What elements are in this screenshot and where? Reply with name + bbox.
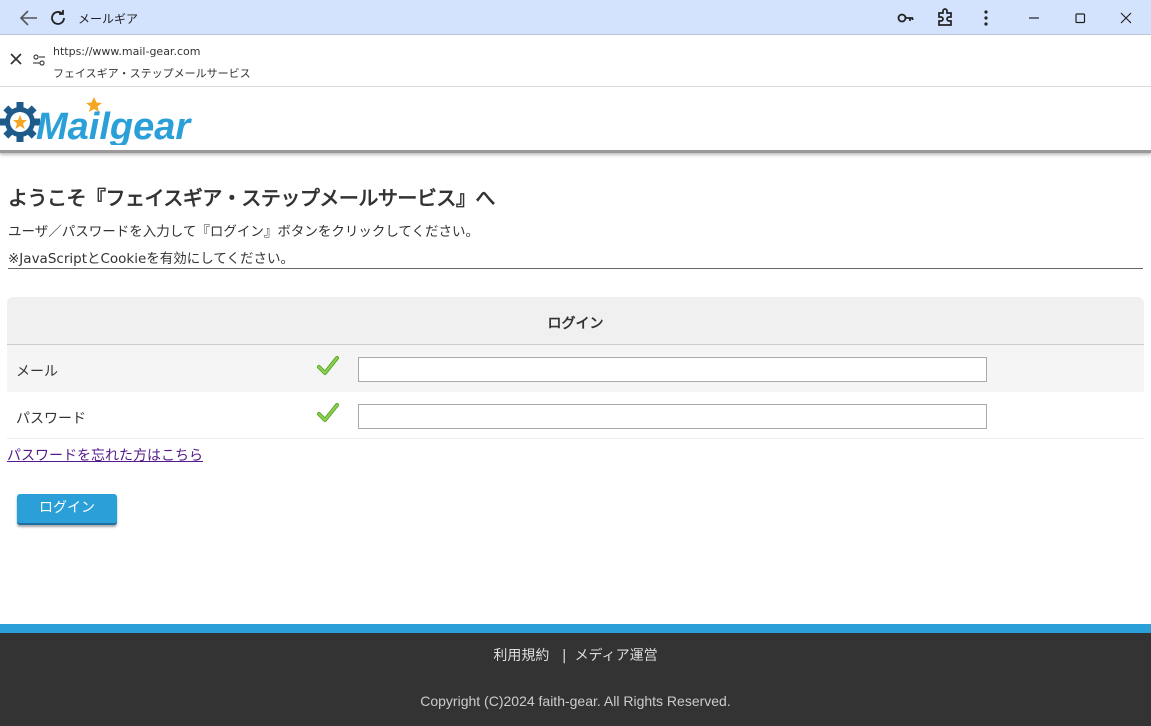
- password-row: パスワード: [7, 392, 1144, 439]
- footer-accent-bar: [0, 624, 1151, 633]
- note-text: ※JavaScriptとCookieを有効にしてください。: [8, 251, 294, 267]
- page-heading: ようこそ『フェイスギア・ステップメールサービス』へ: [8, 186, 495, 210]
- login-form-header: ログイン: [7, 297, 1144, 345]
- login-form-title: ログイン: [547, 316, 604, 332]
- site-footer: 利用規約 | メディア運営 Copyright (C)2024 faith-gea…: [0, 633, 1151, 726]
- email-field[interactable]: [358, 357, 987, 382]
- footer-separator: |: [561, 648, 567, 664]
- login-form: ログイン メール パスワード: [7, 297, 1144, 440]
- main-content: ようこそ『フェイスギア・ステップメールサービス』へ ユーザ／パスワードを入力して…: [0, 156, 1151, 624]
- instruction-text: ユーザ／パスワードを入力して『ログイン』ボタンをクリックしてください。: [8, 224, 480, 240]
- site-settings-icon[interactable]: [32, 52, 46, 66]
- email-label: メール: [16, 364, 58, 380]
- tab-title: メールギア: [78, 12, 139, 26]
- logo-text: Mailgear: [36, 106, 192, 145]
- footer-links: 利用規約 | メディア運営: [0, 645, 1151, 665]
- back-arrow-icon[interactable]: [18, 7, 40, 29]
- minimize-icon[interactable]: [1022, 6, 1046, 30]
- terms-link[interactable]: 利用規約: [493, 648, 549, 664]
- reload-icon[interactable]: [47, 7, 69, 29]
- password-field[interactable]: [358, 404, 987, 429]
- browser-titlebar: メールギア: [0, 0, 1151, 35]
- url-text[interactable]: https://www.mail-gear.com: [53, 45, 200, 58]
- page-title-text: フェイスギア・ステップメールサービス: [53, 67, 251, 80]
- checkmark-icon: [316, 355, 340, 377]
- password-label: パスワード: [16, 411, 86, 427]
- divider: [8, 268, 1143, 269]
- checkmark-icon: [316, 402, 340, 424]
- address-bar: https://www.mail-gear.com フェイスギア・ステップメール…: [0, 35, 1151, 87]
- close-icon[interactable]: [8, 51, 24, 71]
- close-window-icon[interactable]: [1114, 6, 1138, 30]
- more-menu-icon[interactable]: [974, 6, 998, 30]
- mailgear-logo[interactable]: Mailgear: [0, 95, 200, 148]
- login-button[interactable]: ログイン: [17, 494, 117, 525]
- extensions-icon[interactable]: [933, 6, 957, 30]
- forgot-password-link[interactable]: パスワードを忘れた方はこちら: [7, 445, 203, 465]
- email-row: メール: [7, 345, 1144, 392]
- media-operator-link[interactable]: メディア運営: [575, 648, 658, 664]
- site-header: Mailgear: [0, 87, 1151, 153]
- key-icon[interactable]: [893, 6, 917, 30]
- maximize-icon[interactable]: [1068, 6, 1092, 30]
- copyright-text: Copyright (C)2024 faith-gear. All Rights…: [420, 693, 731, 709]
